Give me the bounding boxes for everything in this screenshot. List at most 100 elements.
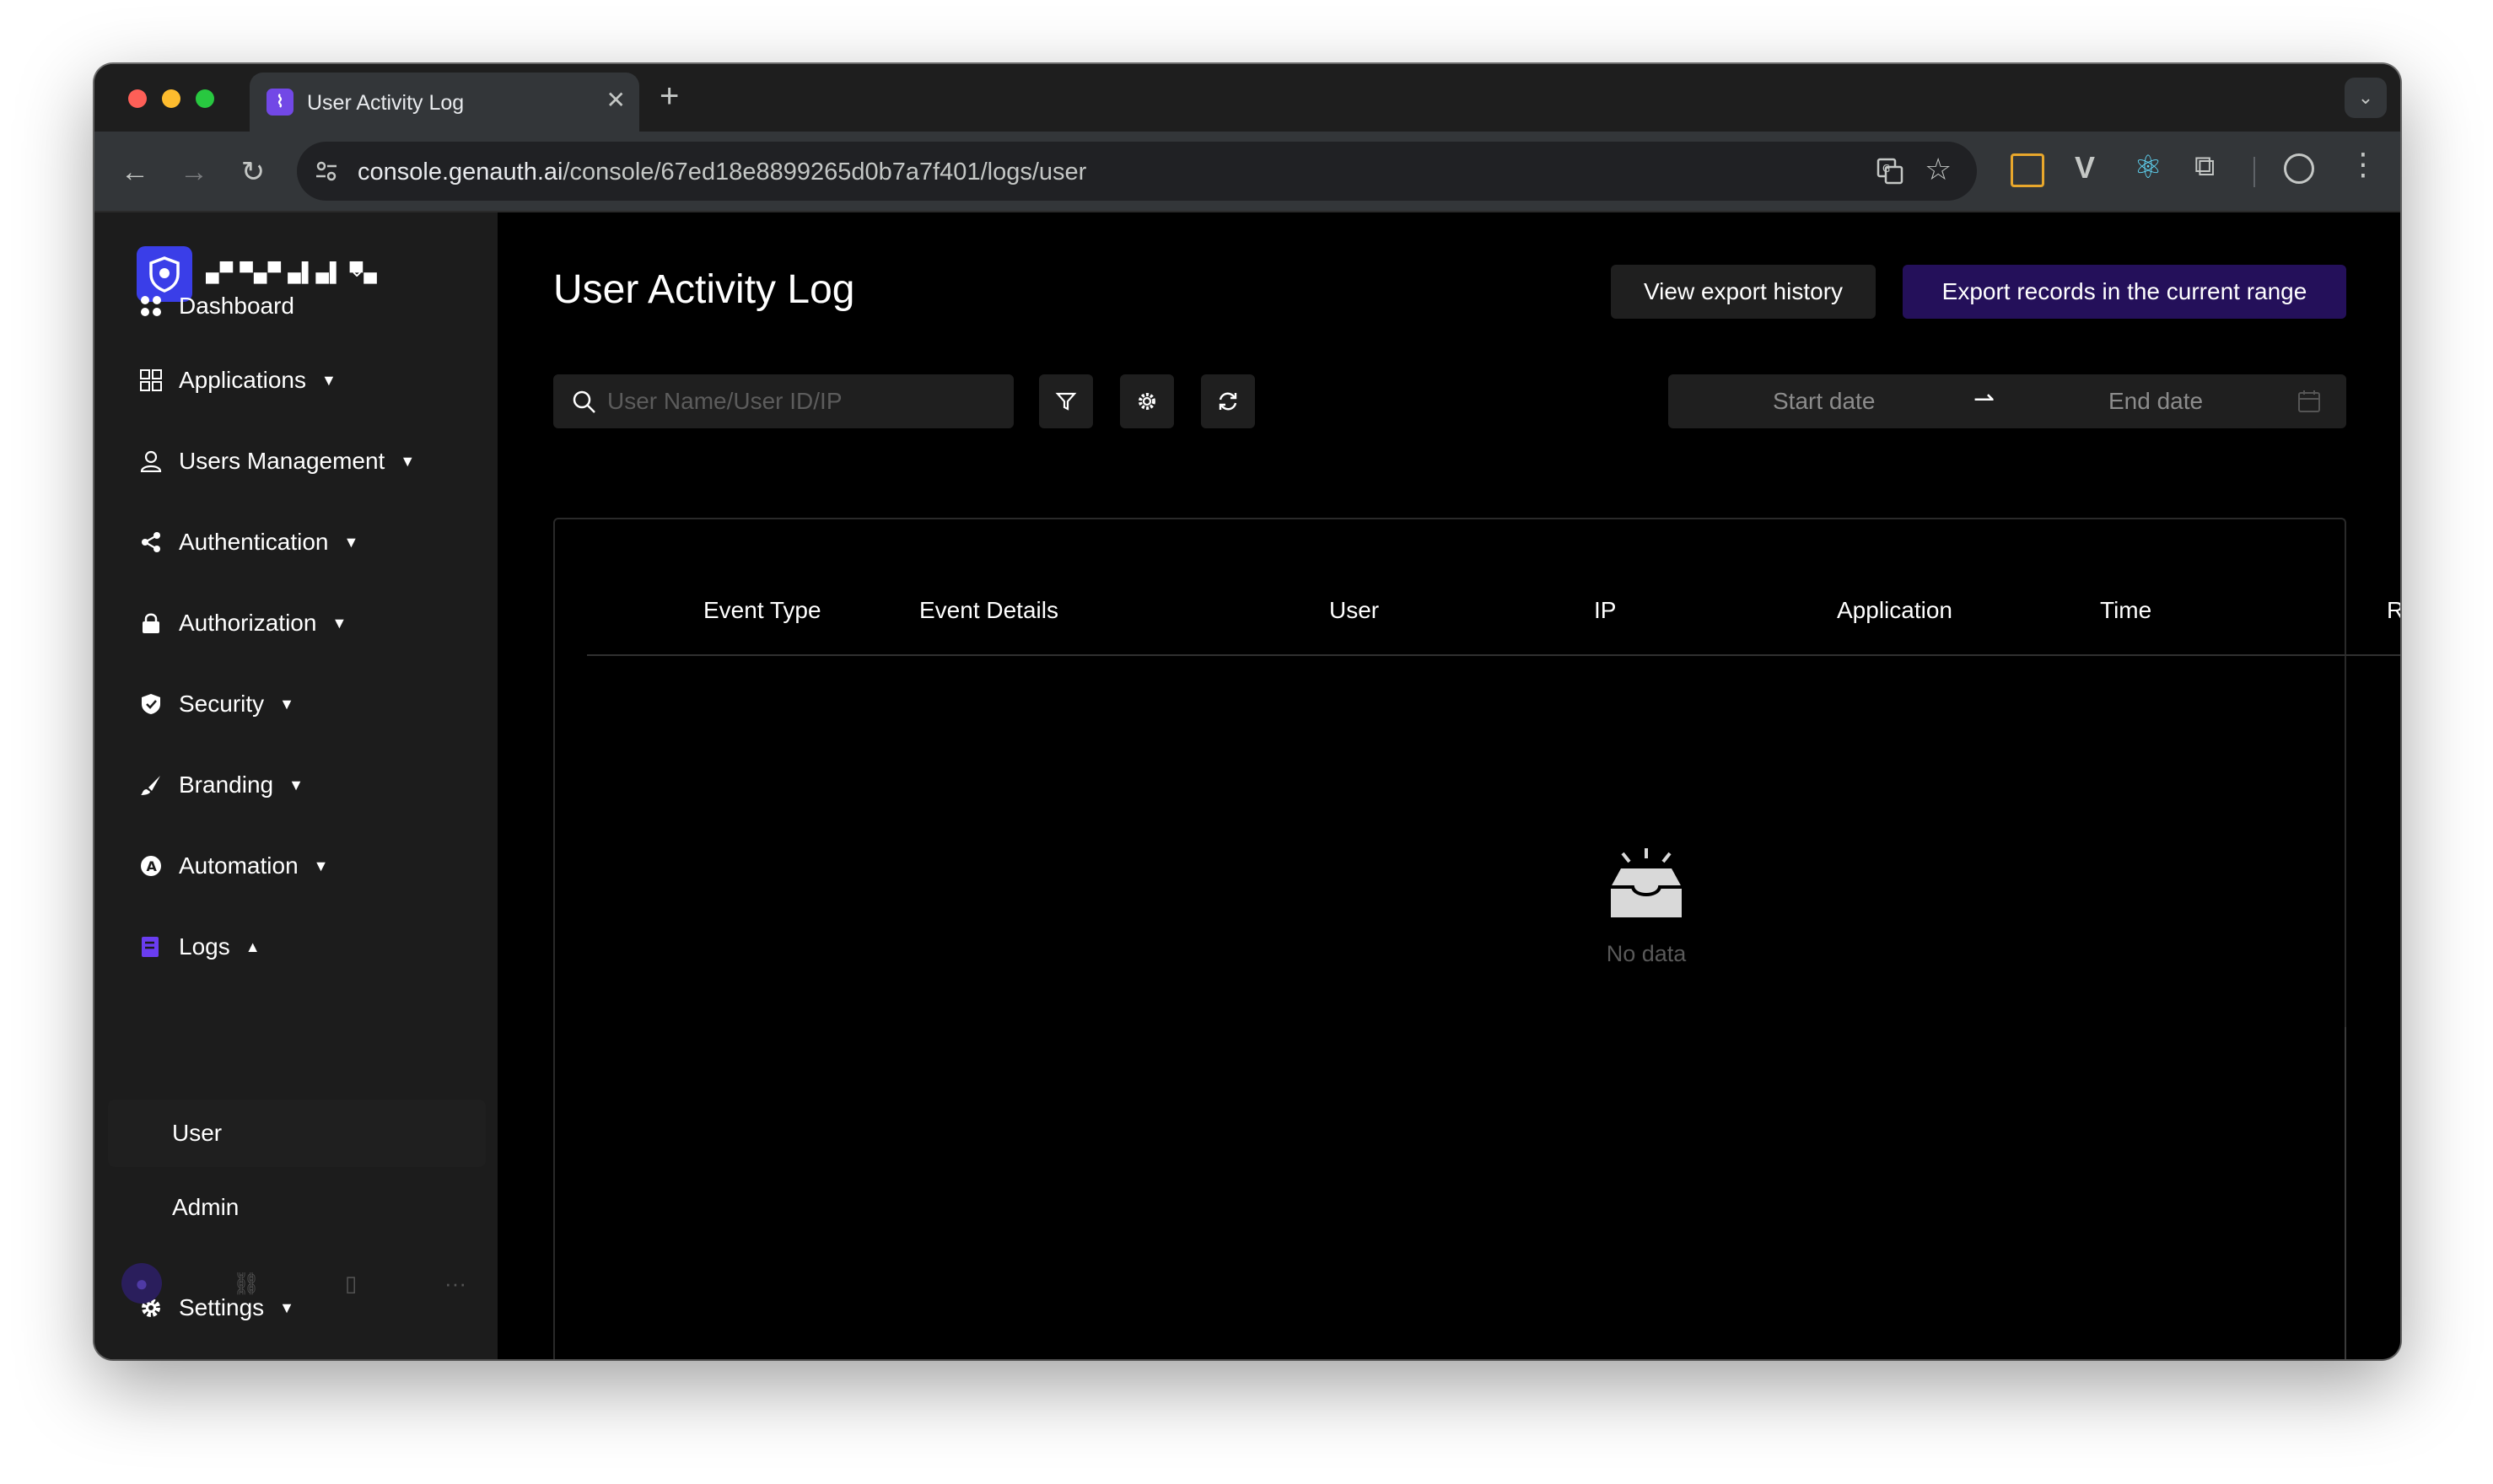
bookmark-star-icon[interactable]: ☆ [1925,152,1952,187]
export-records-button[interactable]: Export records in the current range [1903,265,2346,319]
maximize-window-button[interactable] [196,89,214,108]
date-range-arrow-icon: ⇀ [1973,385,1995,413]
logs-icon [138,934,164,960]
docs-book-icon[interactable]: ▯ [331,1263,371,1304]
sidebar-item-authentication[interactable]: Authentication ▼ [138,521,358,563]
forward-button[interactable]: → [175,153,213,191]
genauth-favicon-icon: ⌇ [267,89,293,116]
back-button[interactable]: ← [116,153,153,191]
browser-tab[interactable]: ⌇ User Activity Log ✕ [250,73,639,132]
more-icon[interactable]: ··· [435,1263,476,1304]
svg-text:G: G [1882,163,1890,175]
sidebar-item-label: Applications [179,367,306,393]
sidebar-item-label: Logs [179,933,230,960]
view-export-history-button[interactable]: View export history [1611,265,1876,319]
column-header-ip[interactable]: IP [1594,597,1616,624]
org-switch-chevron-icon[interactable]: ⌄ [349,260,364,282]
end-date-input[interactable]: End date [2108,388,2203,415]
browser-menu-icon[interactable]: ⋮ [2348,147,2378,182]
column-header-application[interactable]: Application [1837,597,1952,624]
sidebar-item-label: Branding [179,772,274,798]
column-header-event-type[interactable]: Event Type [703,597,821,624]
column-header-user[interactable]: User [1329,597,1379,624]
sidebar-item-security[interactable]: Security ▼ [138,683,294,725]
calendar-icon [2298,390,2320,412]
extensions-puzzle-icon[interactable]: ⧉ [2194,150,2215,183]
svg-text:A: A [147,858,158,874]
brush-icon [138,772,164,798]
tab-close-icon[interactable]: ✕ [606,88,626,113]
empty-state-text: No data [1606,941,1687,966]
sidebar-subitem-admin[interactable]: Admin [108,1174,486,1241]
address-bar[interactable]: console.genauth.ai/console/67ed18e889926… [297,142,1977,201]
sidebar-item-label: Dashboard [179,293,294,319]
caret-down-icon: ▼ [400,452,416,470]
search-input[interactable]: User Name/User ID/IP [553,374,1014,428]
sidebar-item-label: Authentication [179,529,329,555]
caret-down-icon: ▼ [320,371,337,389]
column-header-event-details[interactable]: Event Details [919,597,1058,624]
minimize-window-button[interactable] [162,89,180,108]
main-content: User Activity Log View export history Ex… [498,212,2400,1359]
applications-icon [138,368,164,393]
sidebar-item-branding[interactable]: Branding ▼ [138,764,304,806]
react-devtools-icon[interactable]: ⚛ [2134,148,2162,186]
refresh-button[interactable] [1201,374,1255,428]
refresh-icon [1219,392,1237,411]
start-date-input[interactable]: Start date [1773,388,1875,415]
toolbar-divider [2253,157,2255,187]
tab-title: User Activity Log [307,91,465,115]
sidebar-item-authorization[interactable]: Authorization ▼ [138,602,347,644]
translate-icon[interactable]: G [1876,157,1904,186]
scrollbar-track[interactable] [2345,1027,2346,1359]
sidebar-item-label: Users Management [179,448,385,474]
sidebar-item-automation[interactable]: A Automation ▼ [138,845,328,887]
lock-icon [138,610,164,636]
assistant-bot-icon[interactable]: ● [121,1263,162,1304]
page-title: User Activity Log [553,267,855,312]
shield-icon [138,691,164,717]
profile-icon[interactable] [2284,153,2314,184]
user-icon [138,449,164,474]
search-icon [573,390,595,413]
close-window-button[interactable] [128,89,147,108]
date-range-picker[interactable]: Start date ⇀ End date [1668,374,2346,428]
sidebar-subitem-user[interactable]: User [108,1100,486,1167]
share-icon [138,530,164,555]
search-placeholder: User Name/User ID/IP [607,388,843,414]
caret-down-icon: ▼ [343,533,359,551]
sidebar-item-users-management[interactable]: Users Management ▼ [138,440,415,482]
gear-icon [1139,393,1155,410]
sidebar-item-label: Automation [179,852,299,879]
sidebar-item-settings[interactable]: Settings ▼ [138,1287,294,1329]
automation-icon: A [138,853,164,879]
tab-search-button[interactable]: ⌄ [2345,78,2387,118]
sidebar-item-label: Authorization [179,610,317,636]
site-info-icon[interactable] [314,159,339,184]
new-tab-button[interactable]: + [660,79,679,113]
empty-inbox-icon [1611,848,1682,917]
sidebar-item-dashboard[interactable]: Dashboard [138,285,294,327]
settings-button[interactable] [1120,374,1174,428]
caret-down-icon: ▼ [279,1298,294,1316]
url-text: console.genauth.ai/console/67ed18e889926… [358,159,1087,186]
link-icon[interactable]: ⛓ [226,1263,267,1304]
sidebar-item-logs[interactable]: Logs ▲ [138,926,261,968]
caret-up-icon: ▲ [245,938,261,955]
dashboard-icon [138,293,164,319]
column-header-time[interactable]: Time [2100,597,2151,624]
extension-copy-icon[interactable] [2011,153,2044,187]
sidebar-item-label: Security [179,691,265,717]
reload-button[interactable]: ↻ [234,153,272,191]
caret-down-icon: ▼ [313,857,329,874]
filter-icon [1055,392,1077,411]
sidebar: ▄▀ ▀▄▀ ▄▌▄▌ ▀▄ ⌄ Dashboard Applications … [94,212,498,1359]
column-header-truncated[interactable]: R [2387,597,2400,624]
browser-toolbar: ← → ↻ console.genauth.ai/console/67ed18e… [94,132,2400,212]
caret-down-icon: ▼ [331,614,347,632]
filter-button[interactable] [1039,374,1093,428]
sidebar-item-applications[interactable]: Applications ▼ [138,359,337,401]
browser-window: ⌇ User Activity Log ✕ + ⌄ ← → ↻ console.… [94,64,2400,1359]
caret-down-icon: ▼ [288,776,304,793]
vimium-extension-icon[interactable]: V [2075,150,2095,186]
